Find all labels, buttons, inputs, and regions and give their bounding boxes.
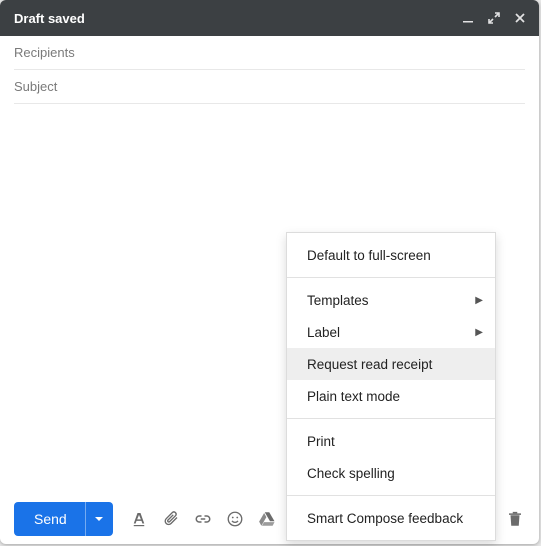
menu-item-label[interactable]: Label ▶ xyxy=(287,316,495,348)
send-options-button[interactable] xyxy=(85,502,113,536)
fullscreen-button[interactable] xyxy=(483,7,505,29)
menu-item-default-fullscreen[interactable]: Default to full-screen xyxy=(287,239,495,271)
menu-label: Templates xyxy=(307,293,369,308)
window-title: Draft saved xyxy=(14,11,453,26)
subject-placeholder: Subject xyxy=(14,79,57,94)
attach-icon[interactable] xyxy=(161,509,181,529)
recipients-placeholder: Recipients xyxy=(14,45,75,60)
minimize-button[interactable] xyxy=(457,7,479,29)
menu-item-print[interactable]: Print xyxy=(287,425,495,457)
menu-separator xyxy=(287,495,495,496)
chevron-right-icon: ▶ xyxy=(475,295,483,306)
emoji-icon[interactable] xyxy=(225,509,245,529)
close-button[interactable] xyxy=(509,7,531,29)
link-icon[interactable] xyxy=(193,509,213,529)
discard-draft-button[interactable] xyxy=(505,509,525,529)
menu-item-check-spelling[interactable]: Check spelling xyxy=(287,457,495,489)
menu-item-request-read-receipt[interactable]: Request read receipt xyxy=(287,348,495,380)
menu-item-smart-compose-feedback[interactable]: Smart Compose feedback xyxy=(287,502,495,534)
menu-label: Plain text mode xyxy=(307,389,400,404)
chevron-right-icon: ▶ xyxy=(475,327,483,338)
more-options-menu: Default to full-screen Templates ▶ Label… xyxy=(286,232,496,541)
subject-field[interactable]: Subject xyxy=(14,70,525,104)
menu-label: Label xyxy=(307,325,340,340)
menu-separator xyxy=(287,277,495,278)
menu-label: Default to full-screen xyxy=(307,248,431,263)
drive-icon[interactable] xyxy=(257,509,277,529)
menu-separator xyxy=(287,418,495,419)
menu-label: Print xyxy=(307,434,335,449)
send-group: Send xyxy=(14,502,113,536)
menu-label: Request read receipt xyxy=(307,357,432,372)
send-button[interactable]: Send xyxy=(14,502,85,536)
formatting-icon[interactable] xyxy=(129,509,149,529)
titlebar: Draft saved xyxy=(0,0,539,36)
menu-item-plain-text-mode[interactable]: Plain text mode xyxy=(287,380,495,412)
menu-item-templates[interactable]: Templates ▶ xyxy=(287,284,495,316)
fields-area: Recipients Subject xyxy=(0,36,539,104)
menu-label: Smart Compose feedback xyxy=(307,511,463,526)
menu-label: Check spelling xyxy=(307,466,395,481)
recipients-field[interactable]: Recipients xyxy=(14,36,525,70)
